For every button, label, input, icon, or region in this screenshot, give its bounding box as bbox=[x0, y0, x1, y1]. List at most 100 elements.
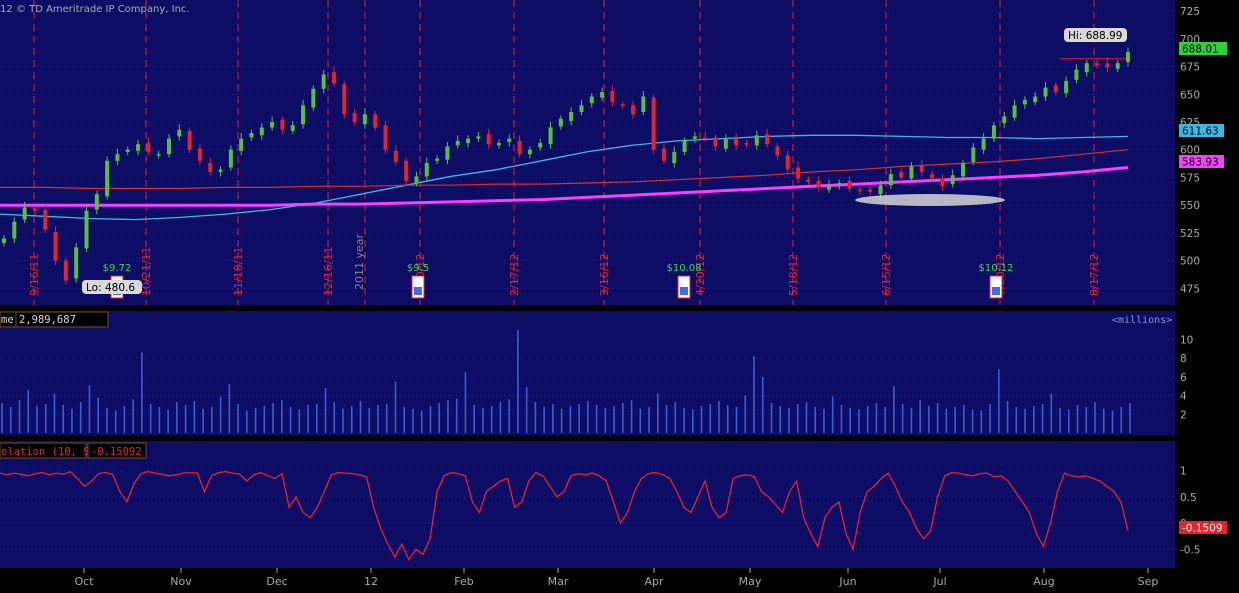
candle-body bbox=[558, 118, 563, 127]
candle-body bbox=[1002, 116, 1007, 124]
candle-body bbox=[1095, 63, 1100, 66]
candle-body bbox=[424, 163, 429, 177]
candle-body bbox=[981, 138, 986, 150]
correlation-badge-text: -0.1509 bbox=[1182, 523, 1223, 535]
candle-body bbox=[115, 154, 120, 161]
candle-body bbox=[806, 179, 811, 182]
x-tick-label: May bbox=[739, 575, 762, 588]
earnings-label: $9.5 bbox=[407, 263, 429, 274]
candle-body bbox=[888, 174, 893, 186]
candle-body bbox=[383, 125, 388, 150]
event-label: 9/16/11 bbox=[28, 254, 41, 296]
candle-body bbox=[270, 122, 275, 128]
candle-body bbox=[404, 160, 409, 181]
candle-body bbox=[177, 129, 182, 137]
candle-body bbox=[22, 207, 27, 220]
candle-body bbox=[290, 125, 295, 131]
price-tick-label: 575 bbox=[1180, 172, 1200, 184]
candle-body bbox=[455, 140, 460, 146]
candle-body bbox=[950, 175, 955, 185]
hi-label: Hi: 688.99 bbox=[1064, 28, 1127, 42]
candle-body bbox=[527, 149, 532, 155]
candle-body bbox=[1022, 99, 1027, 105]
candle-body bbox=[362, 114, 367, 125]
candle-body bbox=[930, 174, 935, 179]
candle-body bbox=[991, 125, 996, 139]
candle-body bbox=[280, 119, 285, 130]
candle-body bbox=[909, 166, 914, 179]
volume-units: <millions> bbox=[1112, 315, 1172, 326]
candle-body bbox=[331, 72, 336, 84]
candle-body bbox=[1043, 87, 1048, 97]
correlation-tick-label: -0.5 bbox=[1180, 544, 1201, 556]
last-price-badge: 688.01 bbox=[1179, 42, 1227, 56]
candle-body bbox=[197, 148, 202, 161]
candle-body bbox=[249, 133, 254, 138]
candle-body bbox=[610, 90, 615, 103]
candle-body bbox=[94, 194, 99, 210]
correlation-y-axis: -0.500.51 bbox=[1180, 466, 1201, 557]
candle-body bbox=[239, 138, 244, 151]
candle-body bbox=[651, 97, 656, 150]
candle-body bbox=[785, 155, 790, 170]
ma-magenta-text: 583.93 bbox=[1182, 157, 1219, 169]
candle-body bbox=[847, 180, 852, 189]
candle-body bbox=[620, 104, 625, 106]
hi-label-text: Hi: 688.99 bbox=[1068, 30, 1122, 42]
lo-label-text: Lo: 480.6 bbox=[86, 282, 135, 294]
event-label: 11/18/11 bbox=[232, 247, 245, 296]
candle-body bbox=[744, 143, 749, 145]
candle-body bbox=[1053, 85, 1058, 93]
candle-body bbox=[600, 92, 605, 98]
candle-body bbox=[837, 183, 842, 186]
candle-body bbox=[507, 138, 512, 142]
volume-title: me bbox=[1, 314, 14, 326]
candle-body bbox=[940, 178, 945, 187]
candle-body bbox=[1012, 105, 1017, 118]
time-x-axis: Oct Nov Dec 12 Feb Mar Apr May Jun Jul Aug Sep bbox=[74, 568, 1158, 588]
candle-body bbox=[146, 143, 151, 152]
candle-body bbox=[796, 167, 801, 179]
candle-body bbox=[816, 180, 821, 188]
price-tick-label: 675 bbox=[1180, 62, 1200, 74]
candle-body bbox=[208, 163, 213, 172]
candle-body bbox=[321, 74, 326, 89]
candle-body bbox=[1084, 63, 1089, 73]
candle-body bbox=[538, 143, 543, 148]
x-tick-label: Feb bbox=[454, 575, 473, 588]
candle-body bbox=[125, 149, 130, 152]
candle-body bbox=[723, 138, 728, 149]
candle-body bbox=[1115, 63, 1120, 69]
candle-body bbox=[12, 221, 17, 239]
stock-chart: 9/16/11 10/21/11 11/18/11 12/16/11 1/20/12 2/… bbox=[0, 0, 1239, 589]
lo-label: Lo: 480.6 bbox=[82, 280, 142, 294]
candle-body bbox=[1064, 80, 1069, 94]
event-label: 6/15/12 bbox=[880, 254, 893, 296]
candle-body bbox=[548, 127, 553, 145]
correlation-badge: -0.1509 bbox=[1179, 521, 1227, 535]
candle-body bbox=[342, 84, 347, 115]
event-label: 12/16/11 bbox=[322, 247, 335, 296]
candle-body bbox=[579, 105, 584, 113]
correlation-value: -0.15092 bbox=[91, 446, 142, 458]
candle-body bbox=[63, 260, 68, 281]
candle-body bbox=[105, 160, 110, 197]
candle-body bbox=[414, 176, 419, 183]
candle-body bbox=[692, 136, 697, 139]
candle-body bbox=[43, 209, 48, 230]
volume-tick-label: 2 bbox=[1180, 409, 1187, 421]
candle-body bbox=[445, 146, 450, 160]
candle-body bbox=[754, 135, 759, 146]
price-tick-label: 475 bbox=[1180, 283, 1200, 295]
candle-body bbox=[218, 169, 223, 172]
x-tick-label: Mar bbox=[548, 575, 569, 588]
volume-y-axis: 2 4 6 8 10 bbox=[1180, 334, 1193, 421]
ma-cyan-badge: 611.63 bbox=[1179, 124, 1224, 138]
x-tick-label: Jun bbox=[838, 575, 856, 588]
candle-body bbox=[775, 146, 780, 156]
candle-body bbox=[971, 147, 976, 162]
volume-tick-label: 4 bbox=[1180, 391, 1187, 403]
event-label: 8/17/12 bbox=[1088, 254, 1101, 296]
x-tick-label: Oct bbox=[74, 575, 94, 588]
candle-body bbox=[352, 113, 357, 122]
